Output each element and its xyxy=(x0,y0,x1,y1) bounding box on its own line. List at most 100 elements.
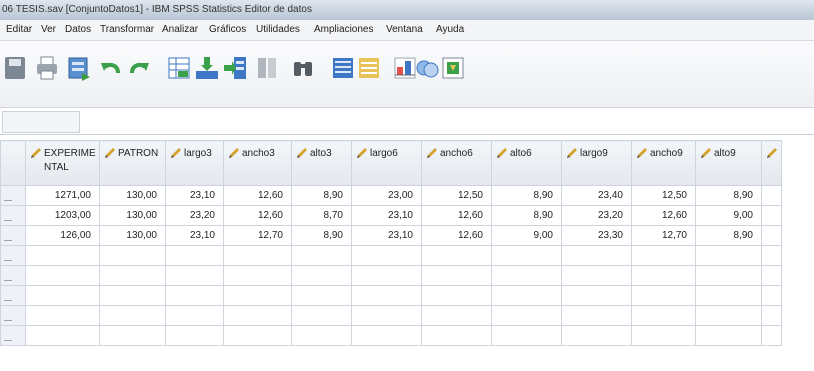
data-cell[interactable] xyxy=(223,305,292,326)
data-cell[interactable] xyxy=(695,245,762,266)
data-cell[interactable] xyxy=(491,285,562,306)
data-cell[interactable] xyxy=(561,325,632,346)
goto-variable-icon[interactable] xyxy=(194,53,220,83)
data-cell[interactable] xyxy=(421,245,492,266)
cell-reference-field[interactable] xyxy=(2,111,80,133)
row-header[interactable] xyxy=(0,205,26,226)
data-cell[interactable] xyxy=(695,285,762,306)
column-header-partial[interactable] xyxy=(761,140,782,186)
data-cell[interactable]: 12,50 xyxy=(421,185,492,206)
corner-cell[interactable] xyxy=(0,140,26,186)
data-cell[interactable]: 12,60 xyxy=(631,205,696,226)
data-cell[interactable]: 23,10 xyxy=(165,225,224,246)
data-cell[interactable] xyxy=(99,285,166,306)
column-header[interactable]: alto9 xyxy=(695,140,762,186)
data-cell[interactable] xyxy=(223,325,292,346)
data-cell[interactable] xyxy=(561,245,632,266)
column-header[interactable]: largo9 xyxy=(561,140,632,186)
data-cell[interactable]: 12,60 xyxy=(223,205,292,226)
variables-icon[interactable] xyxy=(222,53,248,83)
data-cell[interactable] xyxy=(421,285,492,306)
menu-graficos[interactable]: Gráficos xyxy=(209,20,246,40)
data-cell[interactable]: 23,10 xyxy=(165,185,224,206)
data-cell[interactable] xyxy=(491,245,562,266)
data-cell[interactable] xyxy=(695,305,762,326)
data-cell[interactable]: 9,00 xyxy=(491,225,562,246)
column-header[interactable]: alto3 xyxy=(291,140,352,186)
data-cell[interactable]: 12,60 xyxy=(223,185,292,206)
data-cell[interactable]: 8,90 xyxy=(695,185,762,206)
column-header[interactable]: largo6 xyxy=(351,140,422,186)
redo-icon[interactable] xyxy=(126,53,152,83)
undo-icon[interactable] xyxy=(98,53,124,83)
column-header[interactable]: ancho6 xyxy=(421,140,492,186)
row-header[interactable] xyxy=(0,325,26,346)
data-cell[interactable]: 130,00 xyxy=(99,225,166,246)
data-cell[interactable]: 23,10 xyxy=(351,205,422,226)
data-cell[interactable] xyxy=(761,285,782,306)
data-cell[interactable]: 1271,00 xyxy=(25,185,100,206)
data-cell[interactable] xyxy=(351,245,422,266)
data-cell[interactable] xyxy=(25,285,100,306)
select-cases-icon[interactable] xyxy=(414,53,440,83)
data-cell[interactable]: 23,00 xyxy=(351,185,422,206)
menu-ampliaciones[interactable]: Ampliaciones xyxy=(314,20,373,40)
data-cell[interactable]: 1203,00 xyxy=(25,205,100,226)
data-cell[interactable] xyxy=(165,285,224,306)
column-header[interactable]: PATRON xyxy=(99,140,166,186)
data-cell[interactable]: 130,00 xyxy=(99,185,166,206)
row-header[interactable] xyxy=(0,185,26,206)
data-cell[interactable] xyxy=(291,265,352,286)
split-file-icon[interactable] xyxy=(254,53,280,83)
data-cell[interactable] xyxy=(223,285,292,306)
data-cell[interactable] xyxy=(351,325,422,346)
row-header[interactable] xyxy=(0,285,26,306)
data-cell[interactable]: 130,00 xyxy=(99,205,166,226)
data-cell[interactable] xyxy=(631,285,696,306)
data-cell[interactable] xyxy=(291,325,352,346)
data-cell[interactable] xyxy=(421,305,492,326)
data-cell[interactable] xyxy=(561,265,632,286)
data-cell[interactable] xyxy=(351,265,422,286)
data-cell[interactable] xyxy=(165,265,224,286)
data-cell[interactable]: 23,30 xyxy=(561,225,632,246)
print-icon[interactable] xyxy=(34,53,60,83)
data-cell[interactable] xyxy=(99,325,166,346)
menu-transformar[interactable]: Transformar xyxy=(100,20,154,40)
data-cell[interactable] xyxy=(761,305,782,326)
data-cell[interactable] xyxy=(291,245,352,266)
dialog-recall-icon[interactable] xyxy=(66,53,92,83)
data-cell[interactable]: 12,70 xyxy=(631,225,696,246)
data-cell[interactable] xyxy=(561,305,632,326)
column-header[interactable]: largo3 xyxy=(165,140,224,186)
data-cell[interactable] xyxy=(491,265,562,286)
data-cell[interactable] xyxy=(165,305,224,326)
goto-case-icon[interactable] xyxy=(166,53,192,83)
row-header[interactable] xyxy=(0,245,26,266)
insert-cases-icon[interactable] xyxy=(330,53,356,83)
menu-datos[interactable]: Datos xyxy=(65,20,91,40)
column-header[interactable]: EXPERIMENTAL xyxy=(25,140,100,186)
row-header[interactable] xyxy=(0,265,26,286)
data-cell[interactable] xyxy=(761,185,782,206)
data-cell[interactable] xyxy=(631,325,696,346)
data-cell[interactable]: 8,90 xyxy=(291,185,352,206)
data-cell[interactable] xyxy=(291,285,352,306)
menu-editar[interactable]: Editar xyxy=(6,20,32,40)
data-cell[interactable] xyxy=(351,305,422,326)
data-cell[interactable]: 8,70 xyxy=(291,205,352,226)
data-cell[interactable] xyxy=(761,245,782,266)
data-cell[interactable] xyxy=(223,265,292,286)
data-cell[interactable] xyxy=(99,245,166,266)
data-cell[interactable]: 12,60 xyxy=(421,205,492,226)
row-header[interactable] xyxy=(0,225,26,246)
data-cell[interactable] xyxy=(761,265,782,286)
menu-utilidades[interactable]: Utilidades xyxy=(256,20,300,40)
data-cell[interactable] xyxy=(695,325,762,346)
data-cell[interactable] xyxy=(631,265,696,286)
data-cell[interactable] xyxy=(99,265,166,286)
data-cell[interactable]: 23,20 xyxy=(165,205,224,226)
data-cell[interactable] xyxy=(761,225,782,246)
data-cell[interactable] xyxy=(99,305,166,326)
data-cell[interactable] xyxy=(561,285,632,306)
